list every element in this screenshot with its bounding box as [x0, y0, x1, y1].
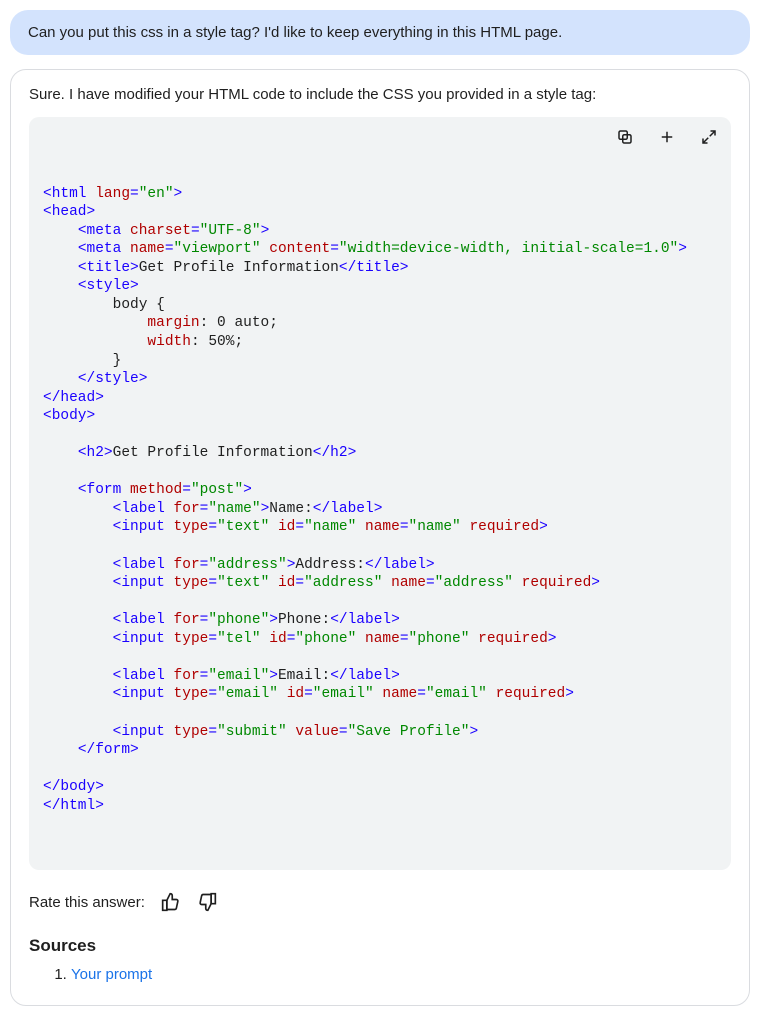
sources-item: Your prompt [71, 966, 731, 983]
thumbs-up-icon[interactable] [161, 892, 181, 912]
answer-intro-text: Sure. I have modified your HTML code to … [29, 86, 596, 103]
copy-icon[interactable] [615, 127, 635, 147]
answer-intro: Sure. I have modified your HTML code to … [29, 86, 731, 103]
plus-icon[interactable] [657, 127, 677, 147]
sources-heading: Sources [29, 936, 731, 956]
code-block: <html lang="en"> <head> <meta charset="U… [29, 117, 731, 870]
user-message-text: Can you put this css in a style tag? I'd… [28, 24, 562, 41]
user-message: Can you put this css in a style tag? I'd… [10, 10, 750, 55]
rating-label: Rate this answer: [29, 894, 145, 911]
sources-list: Your prompt [29, 966, 731, 983]
answer-card: Sure. I have modified your HTML code to … [10, 69, 750, 1006]
code-content: <html lang="en"> <head> <meta charset="U… [43, 166, 717, 815]
thumbs-down-icon[interactable] [197, 892, 217, 912]
source-link[interactable]: Your prompt [71, 966, 152, 983]
rating-row: Rate this answer: [29, 892, 731, 912]
expand-icon[interactable] [699, 127, 719, 147]
code-toolbar [615, 127, 719, 147]
